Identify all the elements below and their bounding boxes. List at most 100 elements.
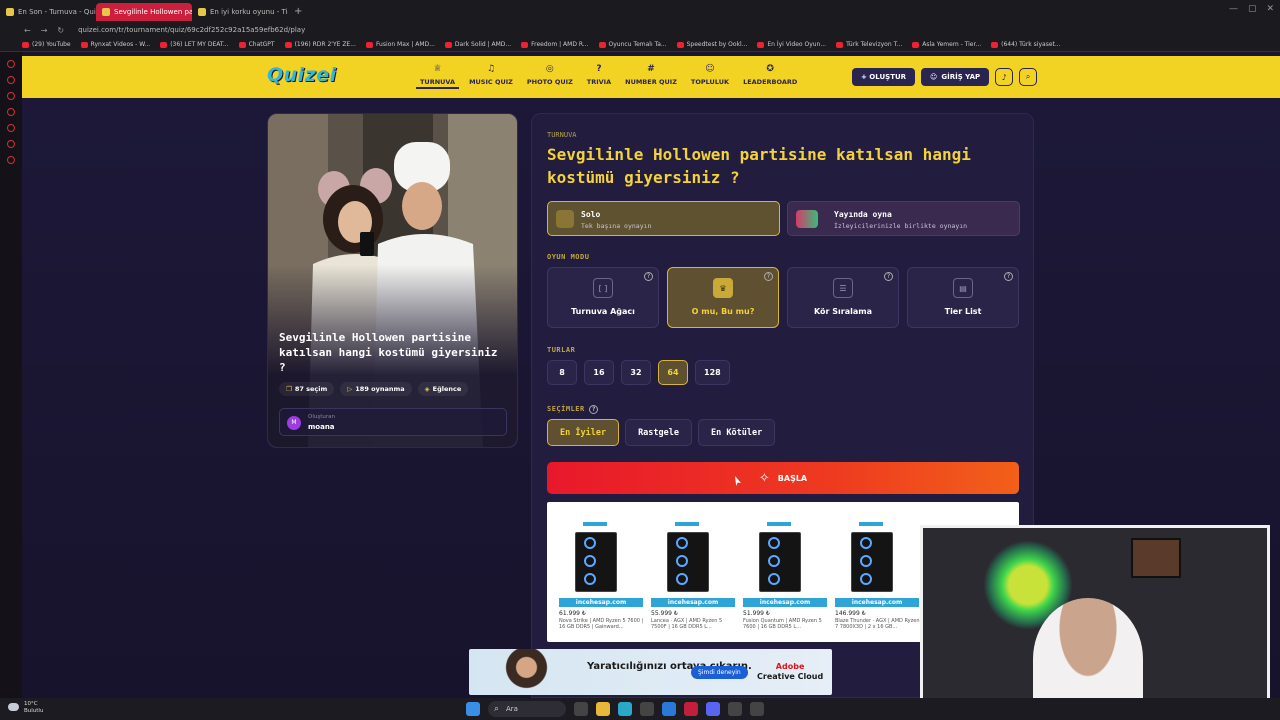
- round-option[interactable]: 64: [658, 360, 688, 385]
- browser-tab[interactable]: En Son - Turnuva - Quizei: [0, 3, 96, 21]
- taskbar: 10°CBulutlu Ara: [0, 698, 1280, 720]
- browser-tab[interactable]: En iyi korku oyunu - Tier l: [192, 3, 288, 21]
- sidebar-app-icon[interactable]: [7, 60, 15, 68]
- solo-option[interactable]: Solo Tek başına oynayın: [547, 201, 780, 236]
- site-logo[interactable]: Quizei: [267, 64, 337, 86]
- round-option[interactable]: 32: [621, 360, 651, 385]
- sidebar-app-icon[interactable]: [7, 124, 15, 132]
- choice-option[interactable]: En Kötüler: [698, 419, 776, 446]
- game-mode-card[interactable]: ? ♛ O mu, Bu mu?: [667, 267, 779, 328]
- fan-icon: [768, 537, 780, 549]
- minimize-icon[interactable]: —: [1229, 4, 1238, 14]
- bookmark-label: Fusion Max | AMD...: [375, 41, 435, 48]
- bell-icon[interactable]: ♪: [995, 68, 1014, 86]
- create-button[interactable]: + OLUŞTUR: [852, 68, 916, 86]
- product-card[interactable]: incehesap.com 61.999 ₺ Nova Strike | AMD R…: [553, 520, 643, 638]
- round-options: 8 16 32 64 128: [547, 360, 730, 385]
- bookmark-item[interactable]: Fusion Max | AMD...: [365, 41, 435, 48]
- windows-start-icon[interactable]: [466, 702, 480, 716]
- url-field[interactable]: quizei.com/tr/tournament/quiz/69c2df252c…: [78, 26, 305, 34]
- bookmark-label: Dark Solid | AMD...: [454, 41, 512, 48]
- product-card[interactable]: incehesap.com 51.999 ₺ Fusion Quantum | AM…: [737, 520, 827, 638]
- quiz-kind: TURNUVA: [547, 131, 577, 139]
- creator-name[interactable]: moana: [308, 423, 335, 431]
- taskbar-search[interactable]: Ara: [488, 701, 566, 717]
- bookmark-item[interactable]: Rynxat Videos - W...: [80, 41, 150, 48]
- bookmark-item[interactable]: Türk Televizyon T...: [836, 41, 902, 48]
- help-icon[interactable]: ?: [644, 272, 653, 281]
- login-button[interactable]: ☺ GİRİŞ YAP: [921, 68, 990, 86]
- round-option[interactable]: 128: [695, 360, 730, 385]
- pc-case-image: [851, 532, 893, 592]
- nav-trivia[interactable]: ? TRIVIA: [583, 64, 615, 89]
- sidebar-app-icon[interactable]: [7, 140, 15, 148]
- nav-leaderboard[interactable]: ✪ LEADERBOARD: [739, 64, 801, 89]
- browser-tab-active[interactable]: Sevgilinle Hollowen partis: [96, 3, 192, 21]
- taskview-icon[interactable]: [574, 702, 588, 716]
- edge-icon[interactable]: [618, 702, 632, 716]
- bookmark-item[interactable]: En İyi Video Oyun...: [757, 41, 826, 48]
- help-icon[interactable]: ?: [1004, 272, 1013, 281]
- choice-option[interactable]: Rastgele: [625, 419, 693, 446]
- fan-icon: [584, 537, 596, 549]
- nav-photo-quiz[interactable]: ◎ PHOTO QUIZ: [523, 64, 577, 89]
- creator-label: Oluşturan: [308, 414, 335, 420]
- search-icon[interactable]: ⌕: [1019, 68, 1038, 86]
- new-tab-icon[interactable]: +: [294, 6, 302, 17]
- reload-icon[interactable]: ↻: [57, 26, 64, 35]
- stream-option[interactable]: Yayında oyna İzleyicilerinizle birlikte …: [787, 201, 1020, 236]
- bookmark-item[interactable]: (29) YouTube: [22, 41, 71, 48]
- bookmark-item[interactable]: (196) RDR 2'YE ZE...: [284, 41, 356, 48]
- bookmark-item[interactable]: Speedtest by Ookl...: [676, 41, 747, 48]
- help-icon[interactable]: ?: [764, 272, 773, 281]
- discord-icon[interactable]: [706, 702, 720, 716]
- ad-try-button[interactable]: Şimdi deneyin: [691, 666, 748, 679]
- back-icon[interactable]: ←: [24, 26, 31, 35]
- sidebar-app-icon[interactable]: [7, 156, 15, 164]
- nav-topluluk[interactable]: ☺ TOPLULUK: [687, 64, 733, 89]
- opera-icon[interactable]: [684, 702, 698, 716]
- help-icon[interactable]: ?: [589, 405, 599, 414]
- close-icon[interactable]: ✕: [1266, 4, 1274, 14]
- product-card[interactable]: incehesap.com 146.999 ₺ Blaze Thunder · AG…: [829, 520, 920, 638]
- game-mode-card[interactable]: ? ▤ Tier List: [907, 267, 1019, 328]
- bookmark-item[interactable]: (36) LET MY DEAT...: [160, 41, 229, 48]
- bookmark-item[interactable]: ChatGPT: [238, 41, 275, 48]
- site-header: Quizei ♕ TURNUVA ♫ MUSIC QUIZ ◎ PHOTO QUIZ? TR…: [22, 56, 1280, 98]
- bookmark-item[interactable]: Asla Yemem - Tier...: [912, 41, 981, 48]
- bookmark-item[interactable]: Dark Solid | AMD...: [444, 41, 512, 48]
- sidebar-app-icon[interactable]: [7, 108, 15, 116]
- sidebar-app-icon[interactable]: [7, 76, 15, 84]
- game-mode-card[interactable]: ? [ ] Turnuva Ağacı: [547, 267, 659, 328]
- choice-option[interactable]: En İyiler: [547, 419, 620, 446]
- weather-widget[interactable]: 10°C Bulutlu: [8, 701, 43, 715]
- explorer-icon[interactable]: [596, 702, 610, 716]
- bookmark-item[interactable]: Oyuncu Temalı Ta...: [598, 41, 667, 48]
- maximize-icon[interactable]: ▢: [1248, 4, 1257, 14]
- adobe-ad-banner[interactable]: Yaratıcılığınızı ortaya çıkarın. Şimdi d…: [469, 649, 832, 695]
- webcam-overlay: [920, 525, 1270, 720]
- start-button[interactable]: ✧ BAŞLA: [547, 462, 1019, 494]
- nav-music-quiz[interactable]: ♫ MUSIC QUIZ: [465, 64, 517, 89]
- product-tag: [859, 522, 883, 526]
- forward-icon[interactable]: →: [41, 26, 48, 35]
- creator-box[interactable]: M Oluşturan moana: [279, 408, 507, 436]
- sidebar-app-icon[interactable]: [7, 92, 15, 100]
- settings-icon[interactable]: [750, 702, 764, 716]
- store-icon[interactable]: [640, 702, 654, 716]
- product-tag: [583, 522, 607, 526]
- round-option[interactable]: 8: [547, 360, 577, 385]
- mail-icon[interactable]: [662, 702, 676, 716]
- app-icon[interactable]: [728, 702, 742, 716]
- product-desc: Nova Strike | AMD Ryzen 5 7600 | 16 GB D…: [559, 618, 644, 630]
- bookmark-item[interactable]: Freedom | AMD R...: [521, 41, 589, 48]
- nav-turnuva[interactable]: ♕ TURNUVA: [416, 64, 460, 89]
- help-icon[interactable]: ?: [884, 272, 893, 281]
- bookmark-item[interactable]: (644) Türk siyaset...: [991, 41, 1061, 48]
- nav-number-quiz[interactable]: # NUMBER QUIZ: [621, 64, 681, 89]
- game-mode-card[interactable]: ? ☰ Kör Sıralama: [787, 267, 899, 328]
- bookmark-label: Türk Televizyon T...: [846, 41, 903, 48]
- nav-label: TURNUVA: [420, 78, 456, 86]
- round-option[interactable]: 16: [584, 360, 614, 385]
- product-card[interactable]: incehesap.com 55.999 ₺ Lancea · AGX | AMD …: [645, 520, 735, 638]
